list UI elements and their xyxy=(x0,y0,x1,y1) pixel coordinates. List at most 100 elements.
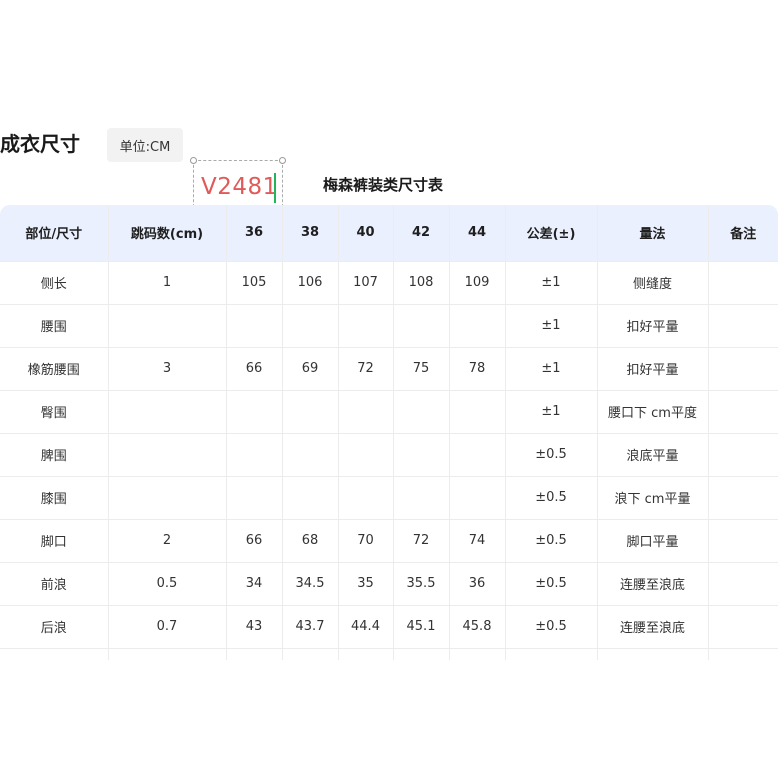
table-cell[interactable]: ±0.5 xyxy=(505,562,598,606)
table-cell[interactable]: 0.5 xyxy=(108,562,227,606)
table-cell[interactable]: 75 xyxy=(393,347,450,391)
table-cell[interactable]: 72 xyxy=(338,347,394,391)
table-cell[interactable]: 106 xyxy=(282,261,339,305)
table-cell[interactable]: 3 xyxy=(108,347,227,391)
table-cell[interactable]: 浪底平量 xyxy=(597,433,709,477)
table-cell[interactable]: 扣好平量 xyxy=(597,347,709,391)
table-cell[interactable] xyxy=(708,605,778,649)
table-cell[interactable] xyxy=(282,390,339,434)
table-cell[interactable] xyxy=(108,433,227,477)
table-cell[interactable]: 臀围 xyxy=(0,390,109,434)
table-cell[interactable] xyxy=(393,433,450,477)
table-cell[interactable]: 0.7 xyxy=(108,605,227,649)
table-cell[interactable] xyxy=(393,648,450,660)
table-cell[interactable]: ±0.5 xyxy=(505,433,598,477)
table-cell[interactable] xyxy=(226,390,283,434)
table-cell[interactable]: ±0.5 xyxy=(505,605,598,649)
table-cell[interactable]: 侧长 xyxy=(0,261,109,305)
table-cell[interactable] xyxy=(505,648,598,660)
table-cell[interactable]: 连腰至浪底 xyxy=(597,562,709,606)
table-cell[interactable] xyxy=(708,562,778,606)
table-cell[interactable] xyxy=(708,304,778,348)
table-cell[interactable]: 脚口 xyxy=(0,519,109,563)
table-cell[interactable]: 68 xyxy=(282,519,339,563)
table-cell[interactable]: 66 xyxy=(226,519,283,563)
table-cell[interactable]: 腰口下 cm平度 xyxy=(597,390,709,434)
table-cell[interactable]: 浪下 cm平量 xyxy=(597,476,709,520)
table-cell[interactable] xyxy=(338,390,394,434)
table-cell[interactable] xyxy=(449,648,506,660)
table-cell[interactable] xyxy=(393,476,450,520)
table-cell[interactable] xyxy=(708,648,778,660)
table-cell[interactable] xyxy=(282,648,339,660)
table-cell[interactable] xyxy=(708,519,778,563)
table-cell[interactable]: 43 xyxy=(226,605,283,649)
table-cell[interactable] xyxy=(226,648,283,660)
table-cell[interactable]: 74 xyxy=(449,519,506,563)
table-cell[interactable]: 侧缝度 xyxy=(597,261,709,305)
table-cell[interactable] xyxy=(708,433,778,477)
table-cell[interactable] xyxy=(393,390,450,434)
table-cell[interactable] xyxy=(338,433,394,477)
table-cell[interactable] xyxy=(226,304,283,348)
table-cell[interactable] xyxy=(449,304,506,348)
resize-handle-top-left[interactable] xyxy=(190,157,197,164)
table-cell[interactable]: 脚口平量 xyxy=(597,519,709,563)
table-cell[interactable] xyxy=(338,476,394,520)
table-cell[interactable] xyxy=(449,433,506,477)
table-cell[interactable]: 66 xyxy=(226,347,283,391)
table-cell[interactable] xyxy=(282,304,339,348)
table-cell[interactable] xyxy=(282,476,339,520)
table-cell[interactable]: 43.7 xyxy=(282,605,339,649)
table-cell[interactable]: 前浪 xyxy=(0,562,109,606)
table-cell[interactable]: 36 xyxy=(449,562,506,606)
table-cell[interactable]: 34 xyxy=(226,562,283,606)
table-cell[interactable]: 108 xyxy=(393,261,450,305)
table-cell[interactable]: 脾围 xyxy=(0,433,109,477)
table-cell[interactable] xyxy=(108,390,227,434)
table-cell[interactable]: 2 xyxy=(108,519,227,563)
table-cell[interactable]: 78 xyxy=(449,347,506,391)
table-cell[interactable]: ±1 xyxy=(505,304,598,348)
table-cell[interactable]: ±0.5 xyxy=(505,476,598,520)
table-cell[interactable]: 45.1 xyxy=(393,605,450,649)
table-cell[interactable] xyxy=(282,433,339,477)
table-cell[interactable] xyxy=(708,261,778,305)
table-cell[interactable] xyxy=(393,304,450,348)
table-cell[interactable]: 腰围 xyxy=(0,304,109,348)
table-cell[interactable] xyxy=(449,476,506,520)
table-cell[interactable] xyxy=(708,390,778,434)
table-cell[interactable]: 后浪 xyxy=(0,605,109,649)
table-cell[interactable] xyxy=(708,347,778,391)
table-cell[interactable]: ±1 xyxy=(505,390,598,434)
table-cell[interactable] xyxy=(338,304,394,348)
style-code-text[interactable]: V2481 xyxy=(201,172,278,202)
table-cell[interactable] xyxy=(108,304,227,348)
table-cell[interactable]: 44.4 xyxy=(338,605,394,649)
table-cell[interactable]: 45.8 xyxy=(449,605,506,649)
table-cell[interactable]: 109 xyxy=(449,261,506,305)
table-cell[interactable]: 35 xyxy=(338,562,394,606)
table-cell[interactable]: 72 xyxy=(393,519,450,563)
resize-handle-top-right[interactable] xyxy=(279,157,286,164)
table-cell[interactable] xyxy=(708,476,778,520)
table-cell[interactable]: 70 xyxy=(338,519,394,563)
table-cell[interactable]: 连腰至浪底 xyxy=(597,605,709,649)
table-cell[interactable] xyxy=(108,648,227,660)
table-cell[interactable]: ±0.5 xyxy=(505,519,598,563)
table-cell[interactable]: 膝围 xyxy=(0,476,109,520)
table-cell[interactable]: 35.5 xyxy=(393,562,450,606)
table-cell[interactable]: ±1 xyxy=(505,261,598,305)
table-cell[interactable] xyxy=(0,648,109,660)
table-cell[interactable] xyxy=(338,648,394,660)
table-cell[interactable]: 34.5 xyxy=(282,562,339,606)
table-cell[interactable] xyxy=(597,648,709,660)
table-cell[interactable]: 橡筋腰围 xyxy=(0,347,109,391)
table-cell[interactable] xyxy=(449,390,506,434)
table-cell[interactable]: 扣好平量 xyxy=(597,304,709,348)
table-cell[interactable]: ±1 xyxy=(505,347,598,391)
table-cell[interactable] xyxy=(108,476,227,520)
table-cell[interactable]: 105 xyxy=(226,261,283,305)
table-cell[interactable]: 107 xyxy=(338,261,394,305)
table-cell[interactable]: 69 xyxy=(282,347,339,391)
